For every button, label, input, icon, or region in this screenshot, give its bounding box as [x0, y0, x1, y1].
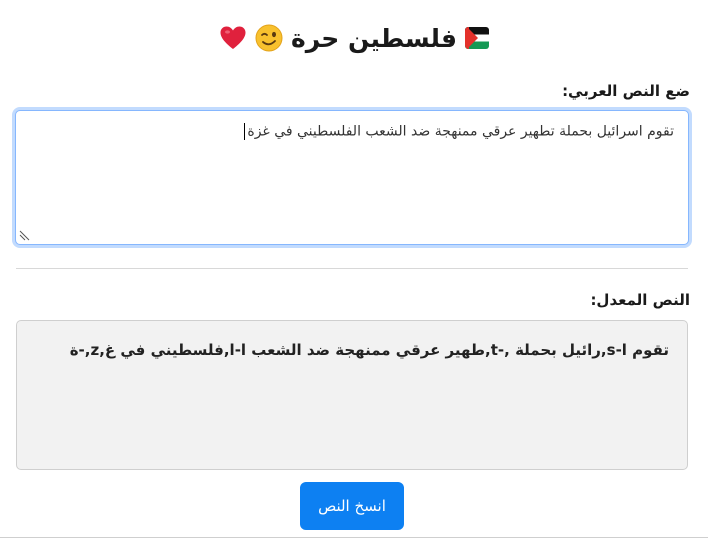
- input-text: تقوم اسرائيل بحملة تطهير عرقي ممنهجة ضد …: [247, 123, 674, 140]
- page: فلسطين حرة ضع النص العربي: تقوم اسرائيل …: [0, 0, 708, 538]
- winking-face-icon: [255, 24, 283, 52]
- divider: [16, 268, 688, 269]
- arabic-text-input[interactable]: تقوم اسرائيل بحملة تطهير عرقي ممنهجة ضد …: [15, 110, 689, 245]
- page-header: فلسطين حرة: [0, 18, 708, 58]
- palestine-flag-icon: [465, 25, 490, 51]
- page-title: فلسطين حرة: [290, 23, 458, 53]
- input-label: ضع النص العربي:: [562, 82, 690, 100]
- modified-text-output: تقوم ا-s,رائيل بحملة ,-t,طهير عرقي ممنهج…: [16, 320, 688, 470]
- resize-handle-icon[interactable]: [19, 229, 31, 241]
- output-label: النص المعدل:: [590, 291, 690, 309]
- copy-text-button[interactable]: انسخ النص: [300, 482, 404, 530]
- output-text: تقوم ا-s,رائيل بحملة ,-t,طهير عرقي ممنهج…: [69, 341, 669, 359]
- text-caret: [244, 123, 246, 140]
- heart-icon: [219, 24, 247, 52]
